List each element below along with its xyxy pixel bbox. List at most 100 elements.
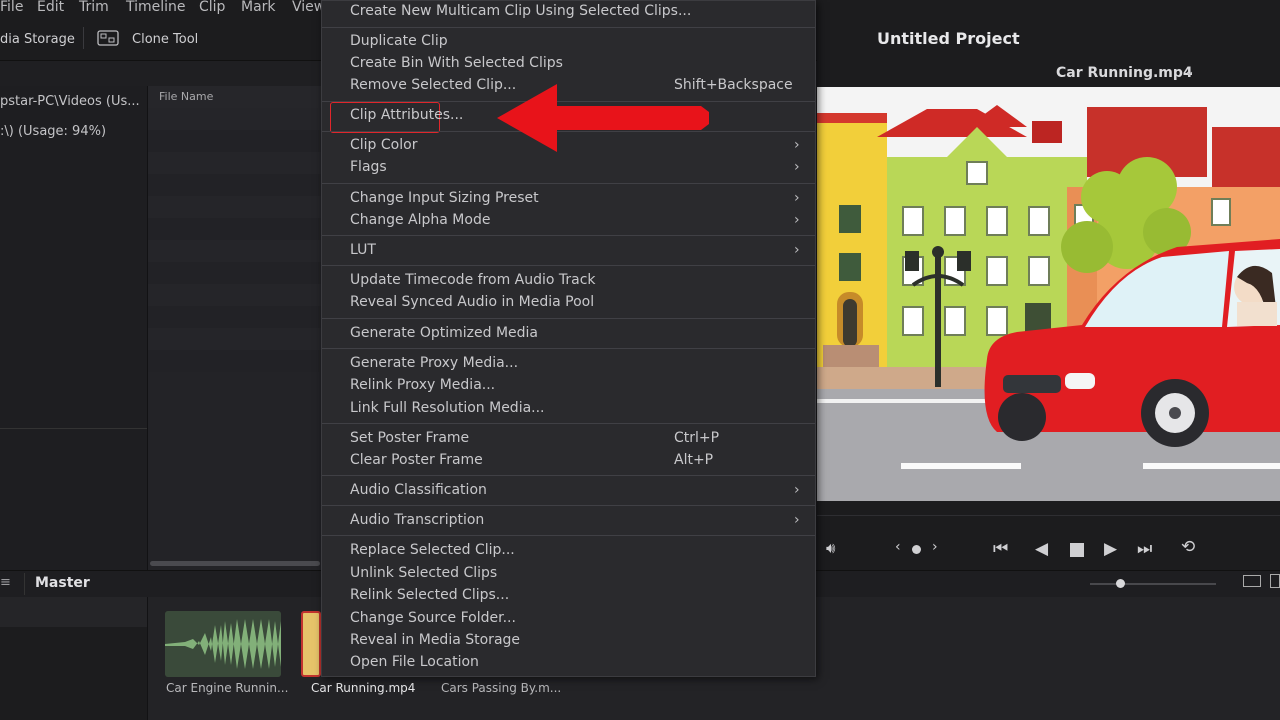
menu-item-input-sizing[interactable]: Change Input Sizing Preset <box>350 190 539 206</box>
menu-item-change-source-folder[interactable]: Change Source Folder... <box>350 610 516 626</box>
chevron-right-icon: › <box>794 242 800 258</box>
storage-location[interactable]: :\) (Usage: 94%) <box>0 124 106 139</box>
chevron-right-icon: › <box>794 482 800 498</box>
menu-item-generate-optimized[interactable]: Generate Optimized Media <box>350 325 538 341</box>
jog-dot-icon[interactable] <box>912 545 921 554</box>
media-storage-panel: pstar-PC\Videos (Us... :\) (Usage: 94%) <box>0 86 148 570</box>
bin-list-panel <box>0 597 148 720</box>
viewer-header: Car Running.mp4 ⌄ <box>817 60 1280 87</box>
menu-item-open-file-location[interactable]: Open File Location <box>350 654 479 670</box>
menu-trim[interactable]: Trim <box>79 0 109 15</box>
clip-thumbnail-selected[interactable] <box>301 611 321 677</box>
chevron-down-icon[interactable]: ⌄ <box>1184 64 1195 79</box>
menu-separator <box>322 265 815 266</box>
bin-title: Master <box>35 575 90 591</box>
clip-label: Car Running.mp4 <box>311 681 416 695</box>
menu-item-duplicate-clip[interactable]: Duplicate Clip <box>350 33 448 49</box>
list-row <box>148 218 323 240</box>
list-view-icon[interactable] <box>1270 574 1280 588</box>
list-row <box>148 284 323 306</box>
stop-icon[interactable] <box>1070 543 1084 557</box>
menu-item-flags[interactable]: Flags <box>350 159 387 175</box>
menu-timeline[interactable]: Timeline <box>126 0 186 15</box>
menu-item-remove-clip[interactable]: Remove Selected Clip... <box>350 77 516 93</box>
menu-file[interactable]: File <box>0 0 23 15</box>
loop-icon[interactable]: ⟲ <box>1181 537 1195 557</box>
list-row <box>148 152 323 174</box>
menu-item-audio-classification[interactable]: Audio Classification <box>350 482 487 498</box>
chevron-right-icon: › <box>794 190 800 206</box>
file-list-header: File Name <box>148 86 323 109</box>
shortcut-set-poster: Ctrl+P <box>674 430 720 446</box>
skip-to-end-icon[interactable]: ⏭︎ <box>1137 539 1152 559</box>
file-list-panel: File Name <box>148 86 323 570</box>
list-row <box>148 262 323 284</box>
menu-item-create-multicam[interactable]: Create New Multicam Clip Using Selected … <box>350 3 691 19</box>
menu-item-link-full-res[interactable]: Link Full Resolution Media... <box>350 400 545 416</box>
viewer-frame <box>817 87 1280 501</box>
menu-item-alpha-mode[interactable]: Change Alpha Mode <box>350 212 490 228</box>
menu-item-clip-color[interactable]: Clip Color <box>350 137 417 153</box>
menu-item-relink-proxy[interactable]: Relink Proxy Media... <box>350 377 495 393</box>
menu-edit[interactable]: Edit <box>37 0 64 15</box>
menu-item-replace-clip[interactable]: Replace Selected Clip... <box>350 542 515 558</box>
menu-separator <box>322 27 815 28</box>
column-file-name[interactable]: File Name <box>159 90 213 103</box>
list-row <box>148 130 323 152</box>
list-options-icon[interactable]: ≡ <box>0 575 11 590</box>
menu-item-generate-proxy[interactable]: Generate Proxy Media... <box>350 355 518 371</box>
menu-item-set-poster[interactable]: Set Poster Frame <box>350 430 469 446</box>
jog-left-icon[interactable]: ‹ <box>895 539 901 555</box>
menu-separator <box>322 505 815 506</box>
menu-item-reveal-media-storage[interactable]: Reveal in Media Storage <box>350 632 520 648</box>
thumbnail-size-slider[interactable] <box>1090 583 1216 585</box>
menu-separator <box>322 423 815 424</box>
chevron-right-icon: › <box>794 137 800 153</box>
bin-list-row[interactable] <box>0 597 147 627</box>
menu-item-unlink-clips[interactable]: Unlink Selected Clips <box>350 565 497 581</box>
storage-location[interactable]: pstar-PC\Videos (Us... <box>0 94 140 109</box>
clone-tool-icon[interactable] <box>97 30 119 46</box>
clone-tool-button[interactable]: Clone Tool <box>132 32 198 47</box>
list-row <box>148 240 323 262</box>
toolbar-divider <box>83 27 84 49</box>
menu-separator <box>322 235 815 236</box>
menu-item-relink-clips[interactable]: Relink Selected Clips... <box>350 587 509 603</box>
menu-clip[interactable]: Clip <box>199 0 225 15</box>
menu-item-lut[interactable]: LUT <box>350 242 376 258</box>
volume-icon[interactable]: 🔊︎ <box>826 539 835 557</box>
list-row <box>148 108 323 130</box>
menu-separator <box>322 475 815 476</box>
car-scene-image <box>817 87 1280 501</box>
viewer-clip-name[interactable]: Car Running.mp4 <box>1056 65 1193 81</box>
list-row <box>148 306 323 328</box>
horizontal-scrollbar[interactable] <box>150 561 320 566</box>
play-reverse-icon[interactable]: ◀︎ <box>1035 539 1048 559</box>
shortcut-clear-poster: Alt+P <box>674 452 714 468</box>
thumbnail-view-icon[interactable] <box>1243 575 1261 587</box>
chevron-right-icon: › <box>794 159 800 175</box>
menu-item-audio-transcription[interactable]: Audio Transcription <box>350 512 484 528</box>
jog-right-icon[interactable]: › <box>932 539 938 555</box>
media-storage-button[interactable]: dia Storage <box>0 32 75 47</box>
chevron-right-icon: › <box>794 212 800 228</box>
audio-waveform-icon <box>165 611 281 677</box>
menu-separator <box>322 318 815 319</box>
slider-handle[interactable] <box>1116 579 1125 588</box>
menu-mark[interactable]: Mark <box>241 0 276 15</box>
list-row <box>148 328 323 350</box>
list-row <box>148 350 323 372</box>
menu-item-create-bin[interactable]: Create Bin With Selected Clips <box>350 55 563 71</box>
play-icon[interactable]: ▶︎ <box>1104 539 1117 559</box>
menu-separator <box>322 348 815 349</box>
menu-item-clip-attributes[interactable]: Clip Attributes... <box>350 107 463 123</box>
menu-separator <box>322 183 815 184</box>
annotation-arrow-icon <box>497 84 709 152</box>
clip-thumbnail[interactable] <box>165 611 281 677</box>
list-row <box>148 174 323 196</box>
skip-to-start-icon[interactable]: ⏮︎ <box>993 539 1008 559</box>
menu-item-reveal-synced-audio[interactable]: Reveal Synced Audio in Media Pool <box>350 294 594 310</box>
scrubber-line[interactable] <box>817 515 1280 516</box>
menu-item-clear-poster[interactable]: Clear Poster Frame <box>350 452 483 468</box>
menu-item-update-timecode[interactable]: Update Timecode from Audio Track <box>350 272 596 288</box>
